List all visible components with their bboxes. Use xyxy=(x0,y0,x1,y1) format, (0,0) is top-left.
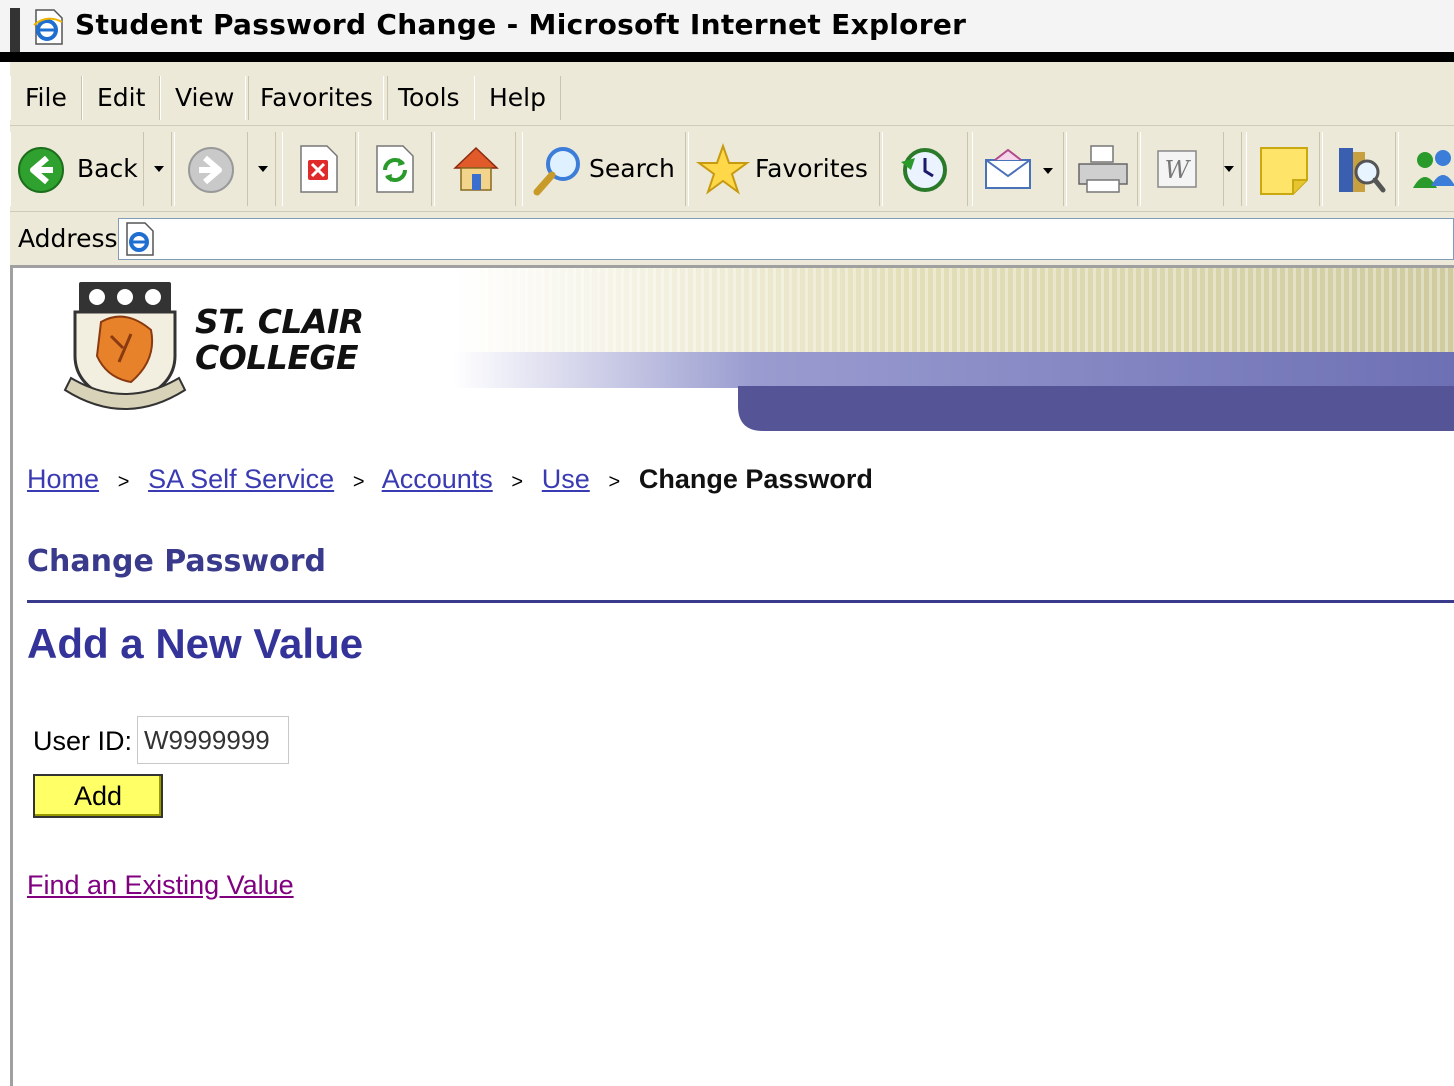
ie-page-icon xyxy=(123,221,157,261)
edit-with-word-button[interactable]: W xyxy=(1140,132,1224,206)
history-icon xyxy=(901,148,947,192)
user-id-input[interactable] xyxy=(137,716,289,764)
menu-view[interactable]: View xyxy=(160,76,250,120)
research-icon xyxy=(1339,148,1386,193)
find-existing-value-link[interactable]: Find an Existing Value xyxy=(27,870,294,901)
menu-help[interactable]: Help xyxy=(474,76,561,120)
edit-dropdown[interactable] xyxy=(1216,132,1242,206)
stop-button[interactable] xyxy=(282,132,356,206)
college-name-line1: ST. CLAIR xyxy=(195,302,364,341)
menu-edit[interactable]: Edit xyxy=(82,76,161,120)
add-button[interactable]: Add xyxy=(33,774,163,818)
svg-text:W: W xyxy=(1165,156,1192,184)
history-button[interactable] xyxy=(882,132,968,206)
college-crest-logo xyxy=(63,282,187,410)
breadcrumb-separator: > xyxy=(511,471,524,493)
messenger-button[interactable] xyxy=(1398,132,1454,206)
back-dropdown[interactable] xyxy=(146,132,172,206)
menu-file[interactable]: File xyxy=(10,76,82,120)
home-button[interactable] xyxy=(434,132,516,206)
breadcrumb-sa-self-service[interactable]: SA Self Service xyxy=(148,464,334,494)
refresh-icon xyxy=(376,145,414,193)
heading-divider xyxy=(27,600,1454,603)
standard-toolbar: Back Search Favorites W xyxy=(10,126,1454,212)
back-button[interactable]: Back xyxy=(10,132,144,206)
mail-dropdown-icon xyxy=(1043,168,1053,174)
breadcrumb: Home > SA Self Service > Accounts > Use … xyxy=(27,464,873,495)
breadcrumb-accounts[interactable]: Accounts xyxy=(382,464,493,494)
search-label: Search xyxy=(589,154,675,183)
breadcrumb-separator: > xyxy=(352,471,365,493)
search-button[interactable]: Search xyxy=(522,132,686,206)
star-icon xyxy=(695,142,751,195)
notes-button[interactable] xyxy=(1246,132,1320,206)
back-label: Back xyxy=(77,154,138,183)
breadcrumb-current: Change Password xyxy=(638,464,873,494)
mail-button[interactable] xyxy=(972,132,1064,206)
breadcrumb-separator: > xyxy=(117,471,130,493)
sticky-note-icon xyxy=(1260,147,1308,195)
menu-tools[interactable]: Tools xyxy=(383,76,475,120)
page-title: Change Password xyxy=(27,544,326,579)
print-button[interactable] xyxy=(1066,132,1138,206)
favorites-button[interactable]: Favorites xyxy=(688,132,880,206)
ie-document-icon xyxy=(30,8,66,50)
title-bar: Student Password Change - Microsoft Inte… xyxy=(0,0,1454,62)
back-arrow-icon xyxy=(18,147,64,193)
window-edge xyxy=(10,8,20,52)
forward-dropdown[interactable] xyxy=(250,132,276,206)
favorites-label: Favorites xyxy=(755,154,868,183)
forward-button[interactable] xyxy=(174,132,248,206)
printer-icon xyxy=(1078,145,1128,193)
page-content: ST. CLAIR COLLEGE Home > SA Self Service… xyxy=(10,268,1454,1086)
forward-arrow-icon xyxy=(188,147,234,193)
address-label: Address xyxy=(18,224,118,253)
section-title: Add a New Value xyxy=(27,620,364,667)
address-bar: Address xyxy=(10,212,1454,268)
home-icon xyxy=(453,146,499,191)
menu-bar: File Edit View Favorites Tools Help xyxy=(10,62,1454,126)
college-name: ST. CLAIR COLLEGE xyxy=(195,304,364,376)
word-icon: W xyxy=(1157,150,1197,188)
refresh-button[interactable] xyxy=(358,132,432,206)
address-input[interactable] xyxy=(118,218,1454,260)
window-title: Student Password Change - Microsoft Inte… xyxy=(75,8,967,41)
breadcrumb-home[interactable]: Home xyxy=(27,464,99,494)
menu-favorites[interactable]: Favorites xyxy=(245,76,388,120)
college-name-line2: COLLEGE xyxy=(195,338,358,377)
search-icon xyxy=(533,147,580,196)
mail-icon xyxy=(985,148,1031,189)
user-id-label: User ID: xyxy=(33,726,133,756)
stop-icon xyxy=(300,145,338,193)
breadcrumb-separator: > xyxy=(608,471,621,493)
messenger-icon xyxy=(1413,150,1454,188)
breadcrumb-use[interactable]: Use xyxy=(542,464,590,494)
research-button[interactable] xyxy=(1322,132,1396,206)
